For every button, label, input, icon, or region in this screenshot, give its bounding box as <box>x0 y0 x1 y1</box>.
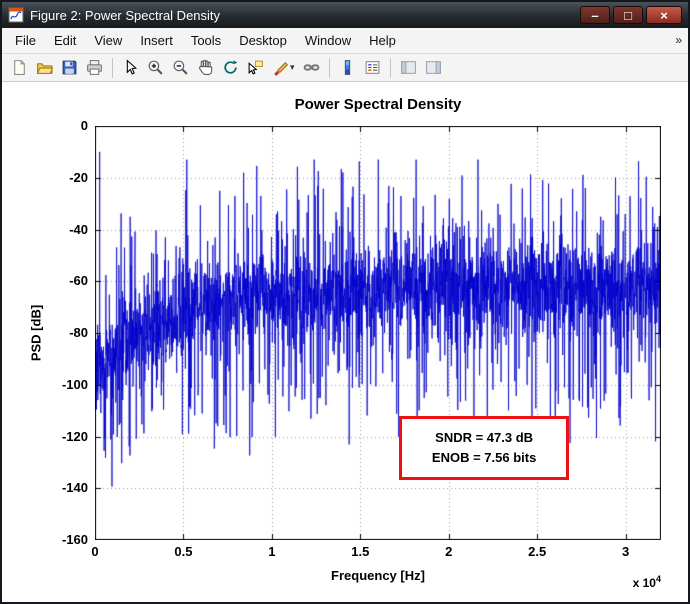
x-tick-label: 2.5 <box>528 544 547 559</box>
dropdown-arrow-icon[interactable]: ▾ <box>290 62 295 73</box>
toolbar-button-hide-plot-tools[interactable] <box>397 56 420 80</box>
x-tick-label: 0.5 <box>174 544 193 559</box>
rotate-3d-icon <box>222 59 239 76</box>
toolbar-button-print-figure[interactable] <box>83 56 106 80</box>
menu-overflow-icon[interactable]: » <box>675 33 682 47</box>
toolbar-button-link-plot[interactable] <box>300 56 323 80</box>
show-plot-tools-icon <box>425 59 442 76</box>
toolbar-button-show-plot-tools[interactable] <box>422 56 445 80</box>
save-figure-icon <box>61 59 78 76</box>
figure-window: Figure 2: Power Spectral Density – □ × Fil… <box>0 0 690 604</box>
toolbar-button-insert-legend[interactable] <box>361 56 384 80</box>
y-tick-label: -100 <box>61 376 88 392</box>
menu-help[interactable]: Help <box>360 29 405 52</box>
minimize-button[interactable]: – <box>580 6 610 24</box>
menu-desktop[interactable]: Desktop <box>230 29 296 52</box>
figure-canvas-area: Power Spectral Density PSD [dB] Frequenc… <box>2 82 688 600</box>
menu-edit[interactable]: Edit <box>45 29 85 52</box>
title-bar[interactable]: Figure 2: Power Spectral Density – □ × <box>2 2 688 28</box>
menu-file[interactable]: File <box>6 29 45 52</box>
annotation-line-enob: ENOB = 7.56 bits <box>431 450 537 466</box>
x-tick-label: 0 <box>91 544 99 559</box>
toolbar-button-data-cursor[interactable] <box>244 56 267 80</box>
toolbar-button-brush[interactable]: ▾ <box>269 56 298 80</box>
toolbar-button-zoom-out[interactable] <box>169 56 192 80</box>
link-plot-icon <box>303 59 320 76</box>
toolbar-button-rotate-3d[interactable] <box>219 56 242 80</box>
y-tick-label: -120 <box>61 428 88 444</box>
brush-icon <box>272 59 289 76</box>
open-file-icon <box>36 59 53 76</box>
insert-legend-icon <box>364 59 381 76</box>
maximize-button[interactable]: □ <box>613 6 643 24</box>
toolbar-separator <box>328 57 330 78</box>
edit-plot-icon <box>122 59 139 76</box>
hide-plot-tools-icon <box>400 59 417 76</box>
zoom-out-icon <box>172 59 189 76</box>
toolbar-separator <box>112 57 113 78</box>
y-tick-label: -80 <box>69 325 88 340</box>
toolbar: ▾ <box>2 54 688 82</box>
data-cursor-icon <box>247 59 264 76</box>
annotation-line-sndr: SNDR = 47.3 dB <box>435 430 534 446</box>
insert-colorbar-icon <box>339 59 356 76</box>
x-tick-label: 2 <box>445 544 453 559</box>
psd-plot[interactable] <box>95 126 661 540</box>
toolbar-separator <box>389 57 391 78</box>
y-tick-label: -40 <box>69 221 88 237</box>
pan-icon <box>197 59 214 76</box>
toolbar-button-zoom-in[interactable] <box>144 56 167 80</box>
x-tick-label: 1 <box>268 544 276 559</box>
x-axis-multiplier: x 104 <box>632 574 661 590</box>
y-tick-label: -20 <box>69 169 88 185</box>
annotation-box[interactable]: SNDR = 47.3 dB ENOB = 7.56 bits <box>399 415 570 481</box>
zoom-in-icon <box>147 59 164 76</box>
window-controls: – □ × <box>580 6 684 24</box>
menu-insert[interactable]: Insert <box>131 29 182 52</box>
close-button[interactable]: × <box>646 6 682 24</box>
x-tick-label: 3 <box>622 544 630 559</box>
y-tick-label: -140 <box>61 480 88 496</box>
new-figure-icon <box>11 59 28 76</box>
toolbar-button-new-figure[interactable] <box>8 56 31 80</box>
x-tick-label: 1.5 <box>351 544 370 559</box>
toolbar-button-edit-plot[interactable] <box>119 56 142 80</box>
menu-bar: File Edit View Insert Tools Desktop Window Help… <box>2 28 688 54</box>
print-figure-icon <box>86 59 103 76</box>
toolbar-button-open-file[interactable] <box>33 56 56 80</box>
toolbar-button-pan[interactable] <box>194 56 217 80</box>
menu-window[interactable]: Window <box>296 29 360 52</box>
toolbar-button-insert-colorbar[interactable] <box>336 56 359 80</box>
window-title: Figure 2: Power Spectral Density <box>30 7 221 23</box>
matlab-figure-icon <box>8 7 24 23</box>
toolbar-button-save-figure[interactable] <box>58 56 81 80</box>
menu-tools[interactable]: Tools <box>182 29 230 52</box>
menu-view[interactable]: View <box>85 29 131 52</box>
y-tick-label: 0 <box>80 118 88 133</box>
chart-title: Power Spectral Density <box>294 96 462 113</box>
y-tick-label: -60 <box>69 273 88 289</box>
